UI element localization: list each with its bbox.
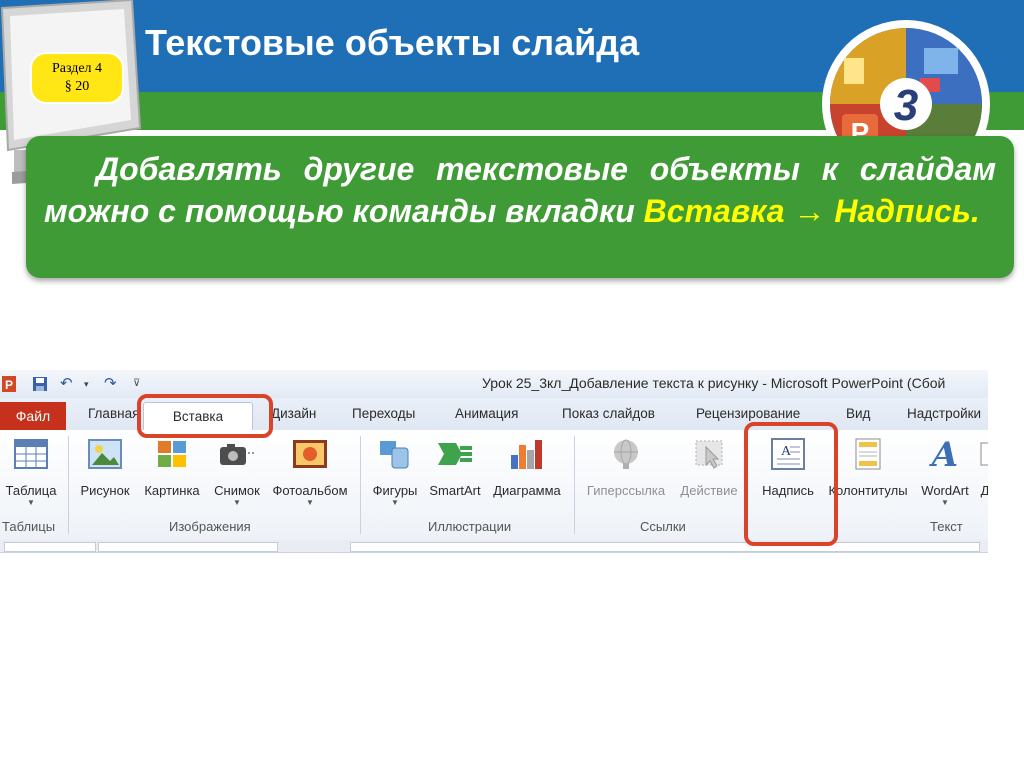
screenshot-button[interactable]: Снимок ▼ <box>208 434 266 507</box>
save-icon[interactable] <box>32 376 48 392</box>
slide-title: Текстовые объекты слайда <box>145 22 640 63</box>
smartart-label: SmartArt <box>429 483 481 498</box>
info-text: Добавлять другие текстовые объекты к сла… <box>44 148 996 232</box>
info-highlight: Вставка → Надпись. <box>643 193 980 229</box>
chevron-down-icon: ▼ <box>941 498 949 507</box>
tab-addins[interactable]: Надстройки <box>907 406 981 421</box>
group-separator <box>68 436 69 534</box>
picture-icon <box>85 434 125 474</box>
hyperlink-button: Гиперссылка <box>582 434 670 498</box>
undo-icon[interactable]: ↶ <box>60 375 73 393</box>
group-text-label: Текст <box>930 519 963 534</box>
photoalbum-icon <box>290 434 330 474</box>
tab-home[interactable]: Главная <box>88 406 139 421</box>
picture-label: Рисунок <box>80 483 130 498</box>
wordart-icon: A <box>925 434 965 474</box>
picture-button[interactable]: Рисунок <box>74 434 136 498</box>
powerpoint-app-icon: P <box>2 376 16 392</box>
chevron-down-icon: ▼ <box>306 498 314 507</box>
wordart-button[interactable]: A WordArt ▼ <box>914 434 976 507</box>
group-separator <box>574 436 575 534</box>
chevron-down-icon: ▼ <box>233 498 241 507</box>
tab-animation[interactable]: Анимация <box>455 406 518 421</box>
slide-area <box>350 542 980 552</box>
action-button: Действие <box>676 434 742 498</box>
smartart-button[interactable]: SmartArt <box>424 434 486 498</box>
window-title: Урок 25_3кл_Добавление текста к рисунку … <box>482 375 946 391</box>
smartart-icon <box>435 434 475 474</box>
photoalbum-button[interactable]: Фотоальбом ▼ <box>267 434 353 507</box>
shapes-icon <box>375 434 415 474</box>
partial-button[interactable]: Д <box>978 434 988 498</box>
svg-text:P: P <box>5 378 13 392</box>
clipart-label: Картинка <box>144 483 200 498</box>
ribbon-tools: Таблица ▼ Таблицы Рисунок Картинка Снимо… <box>0 430 988 540</box>
pane-tab[interactable] <box>4 542 96 552</box>
headerfooter-label: Колонтитулы <box>828 483 908 498</box>
section-label: Раздел 4 <box>51 61 103 76</box>
redo-icon[interactable]: ↷ <box>104 375 117 393</box>
info-panel: Добавлять другие текстовые объекты к сла… <box>26 136 1014 278</box>
bar-chart-icon <box>507 434 547 474</box>
photoalbum-label: Фотоальбом <box>272 483 348 498</box>
partial-label: Д <box>981 483 988 498</box>
shapes-button[interactable]: Фигуры ▼ <box>366 434 424 507</box>
screenshot-label: Снимок <box>214 483 260 498</box>
tab-transitions[interactable]: Переходы <box>352 406 415 421</box>
group-illustrations-label: Иллюстрации <box>428 519 512 534</box>
paragraph-label: § 20 <box>64 79 90 94</box>
chart-button[interactable]: Диаграмма <box>487 434 567 498</box>
tab-file[interactable]: Файл <box>0 402 66 430</box>
grade-number: 3 <box>894 81 918 130</box>
chevron-down-icon: ▼ <box>391 498 399 507</box>
camera-icon <box>217 434 257 474</box>
chevron-down-icon[interactable]: ▾ <box>84 375 89 393</box>
customize-toolbar-icon[interactable]: ⊽ <box>133 375 140 393</box>
clipart-button[interactable]: Картинка <box>139 434 205 498</box>
section-badge: Раздел 4 § 20 <box>30 52 124 104</box>
group-links-label: Ссылки <box>640 519 686 534</box>
table-label: Таблица <box>5 483 57 498</box>
svg-text:A: A <box>929 436 958 472</box>
slide-pane-strip <box>0 540 988 552</box>
table-icon <box>11 434 51 474</box>
wordart-label: WordArt <box>921 483 969 498</box>
datetime-icon <box>978 434 988 474</box>
tab-design[interactable]: Дизайн <box>271 406 316 421</box>
chevron-down-icon: ▼ <box>27 498 35 507</box>
action-icon <box>689 434 729 474</box>
group-images-label: Изображения <box>169 519 251 534</box>
chart-label: Диаграмма <box>493 483 561 498</box>
headerfooter-icon <box>848 434 888 474</box>
insert-tab-highlight <box>137 394 273 438</box>
textbox-button-highlight <box>744 422 838 546</box>
pane-tab[interactable] <box>98 542 278 552</box>
tab-slideshow[interactable]: Показ слайдов <box>562 406 655 421</box>
action-label: Действие <box>680 483 738 498</box>
tab-view[interactable]: Вид <box>846 406 870 421</box>
tab-review[interactable]: Рецензирование <box>696 406 800 421</box>
hyperlink-label: Гиперссылка <box>586 483 666 498</box>
table-button[interactable]: Таблица ▼ <box>0 434 62 507</box>
group-separator <box>360 436 361 534</box>
globe-icon <box>606 434 646 474</box>
group-tables-label: Таблицы <box>2 519 56 534</box>
shapes-label: Фигуры <box>372 483 418 498</box>
clipart-icon <box>152 434 192 474</box>
